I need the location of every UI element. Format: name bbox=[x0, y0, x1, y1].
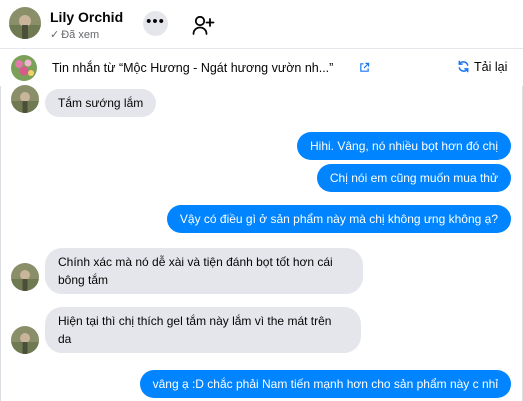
reload-label: Tải lại bbox=[474, 60, 508, 74]
contact-avatar[interactable] bbox=[9, 7, 41, 39]
incoming-message[interactable]: Chính xác mà nó dễ xài và tiện đánh bọt … bbox=[45, 248, 363, 294]
seen-status: ✓ Đã xem bbox=[50, 28, 99, 41]
chat-header: Lily Orchid ✓ Đã xem ••• bbox=[0, 0, 523, 49]
outgoing-message[interactable]: Hihi. Vâng, nó nhiều bọt hơn đó chị bbox=[297, 132, 511, 160]
message-source-bar: Tin nhắn từ “Mộc Hương - Ngát hương vườn… bbox=[0, 49, 523, 86]
incoming-message[interactable]: Hiện tại thì chị thích gel tắm này lắm v… bbox=[45, 307, 361, 353]
seen-status-text: Đã xem bbox=[61, 29, 100, 41]
more-options-icon[interactable]: ••• bbox=[143, 11, 168, 36]
external-link-icon[interactable] bbox=[359, 60, 370, 72]
contact-name[interactable]: Lily Orchid bbox=[50, 9, 123, 25]
check-icon: ✓ bbox=[50, 29, 60, 41]
sender-avatar bbox=[11, 326, 39, 354]
outgoing-message[interactable]: Chị nói em cũng muốn mua thử bbox=[316, 164, 511, 192]
reload-icon bbox=[458, 60, 469, 73]
outgoing-message[interactable]: vâng ạ :D chắc phải Nam tiến mạnh hơn ch… bbox=[139, 370, 511, 398]
sender-avatar bbox=[11, 263, 39, 291]
page-avatar bbox=[11, 55, 37, 81]
incoming-message[interactable]: Tắm sướng lắm bbox=[45, 89, 157, 117]
reload-button[interactable]: Tải lại bbox=[457, 60, 507, 74]
add-user-icon[interactable] bbox=[191, 13, 215, 37]
sender-avatar bbox=[11, 85, 39, 113]
outgoing-message[interactable]: Vậy có điều gì ở sản phẩm này mà chị khô… bbox=[166, 205, 511, 233]
source-text: Tin nhắn từ “Mộc Hương - Ngát hương vườn… bbox=[52, 61, 334, 75]
